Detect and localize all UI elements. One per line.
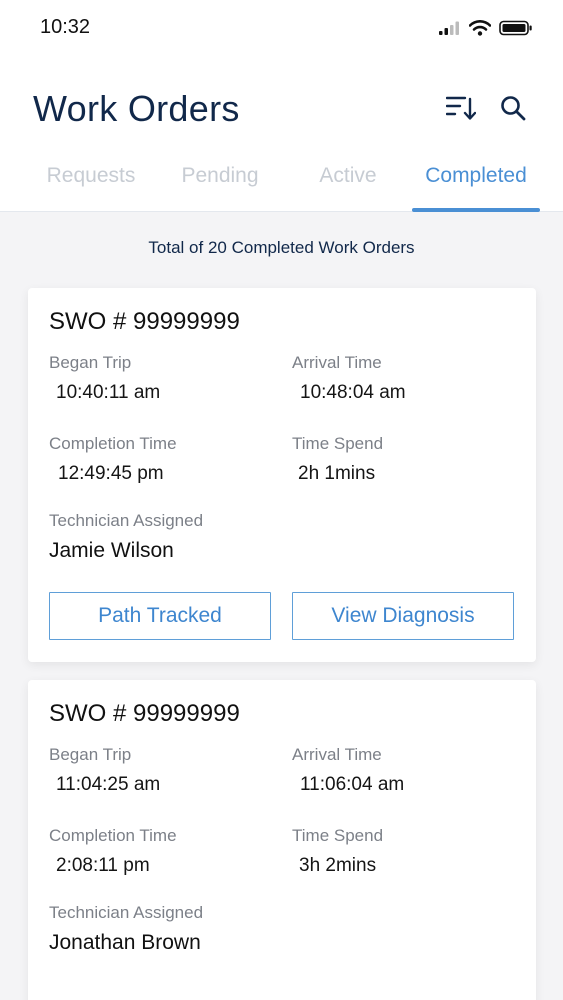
work-order-card: SWO # 99999999 Began Trip 11:04:25 am Ar… xyxy=(28,680,536,1000)
status-time: 10:32 xyxy=(40,16,91,38)
tab-bar: Requests Pending Active Completed xyxy=(26,158,546,212)
status-icons xyxy=(439,20,533,41)
tab-requests[interactable]: Requests xyxy=(26,158,156,212)
time-spend-value: 3h 2mins xyxy=(299,855,377,876)
signal-icon xyxy=(439,21,461,40)
arrival-time-value: 11:06:04 am xyxy=(300,774,405,795)
began-trip-value: 10:40:11 am xyxy=(56,382,161,403)
battery-icon xyxy=(499,20,533,41)
arrival-time-label: Arrival Time xyxy=(292,745,382,764)
technician-name: Jonathan Brown xyxy=(49,931,201,954)
tab-active[interactable]: Active xyxy=(284,158,412,212)
began-trip-label: Began Trip xyxy=(49,745,132,764)
technician-label: Technician Assigned xyxy=(49,511,204,530)
arrival-time-label: Arrival Time xyxy=(292,353,382,372)
began-trip-value: 11:04:25 am xyxy=(56,774,161,795)
path-tracked-button[interactable]: Path Tracked xyxy=(49,592,271,640)
time-spend-label: Time Spend xyxy=(292,434,384,453)
technician-name: Jamie Wilson xyxy=(49,539,174,562)
sort-icon[interactable] xyxy=(445,92,477,124)
time-spend-value: 2h 1mins xyxy=(298,463,376,484)
time-spend-label: Time Spend xyxy=(292,826,384,845)
header-actions xyxy=(445,92,529,124)
swo-number: SWO # 99999999 xyxy=(49,308,240,335)
tab-pending[interactable]: Pending xyxy=(156,158,284,212)
swo-number: SWO # 99999999 xyxy=(49,700,240,727)
completion-time-label: Completion Time xyxy=(49,434,177,453)
arrival-time-value: 10:48:04 am xyxy=(300,382,406,403)
work-order-card: SWO # 99999999 Began Trip 10:40:11 am Ar… xyxy=(28,288,536,662)
wifi-icon xyxy=(468,20,492,41)
view-diagnosis-button[interactable]: View Diagnosis xyxy=(292,592,514,640)
search-icon[interactable] xyxy=(497,92,529,124)
completion-time-value: 2:08:11 pm xyxy=(56,855,150,876)
completion-time-label: Completion Time xyxy=(49,826,177,845)
began-trip-label: Began Trip xyxy=(49,353,132,372)
tab-completed[interactable]: Completed xyxy=(412,158,540,212)
technician-label: Technician Assigned xyxy=(49,903,204,922)
header-area: 10:32 Work Orders Requests Pending Activ… xyxy=(0,0,563,212)
work-order-summary: Total of 20 Completed Work Orders xyxy=(148,238,415,257)
completion-time-value: 12:49:45 pm xyxy=(58,463,164,484)
page-title: Work Orders xyxy=(33,88,240,129)
status-bar: 10:32 xyxy=(0,0,563,56)
